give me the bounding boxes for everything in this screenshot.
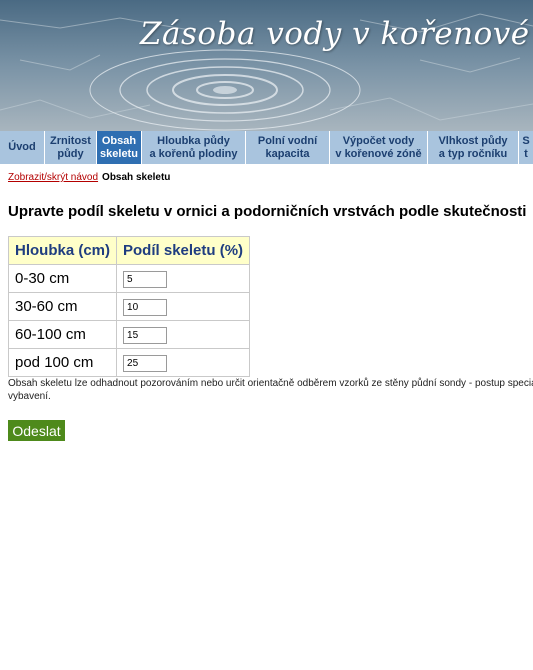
site-title: Zásoba vody v kořenové zóně — [140, 16, 533, 52]
help-note: Obsah skeletu lze odhadnout pozorováním … — [8, 378, 533, 402]
table-row: 30-60 cm — [7, 292, 251, 321]
skeleton-input-0-30[interactable] — [123, 271, 168, 288]
table-row: pod 100 cm — [7, 348, 251, 377]
value-cell — [116, 320, 251, 349]
column-header-skeleton-share: Podíl skeletu (%) — [116, 236, 251, 265]
page-heading: Upravte podíl skeletu v ornici a podorni… — [8, 203, 527, 220]
nav-item-uvod[interactable]: Úvod — [0, 131, 45, 164]
depth-cell: 30-60 cm — [7, 292, 118, 321]
value-cell — [116, 348, 251, 377]
table-row: 60-100 cm — [7, 320, 251, 349]
depth-cell: 60-100 cm — [7, 320, 118, 349]
value-cell — [116, 264, 251, 293]
submit-button[interactable]: Odeslat — [8, 420, 65, 441]
nav-item-polni-vodni-kapacita[interactable]: Polní vodní kapacita — [246, 131, 330, 164]
nav-item-vlhkost-pudy[interactable]: Vlhkost půdy a typ ročníku — [428, 131, 519, 164]
table-header-row: Hloubka (cm) Podíl skeletu (%) — [7, 236, 251, 265]
skeleton-input-30-60[interactable] — [123, 299, 168, 316]
depth-cell: 0-30 cm — [7, 264, 118, 293]
value-cell — [116, 292, 251, 321]
header-banner: Zásoba vody v kořenové zóně — [0, 0, 533, 131]
skeleton-input-pod-100[interactable] — [123, 355, 168, 372]
nav-item-vypocet-vody[interactable]: Výpočet vody v kořenové zóně — [330, 131, 428, 164]
depth-cell: pod 100 cm — [7, 348, 118, 377]
skeleton-table: Hloubka (cm) Podíl skeletu (%) 0-30 cm 3… — [7, 236, 251, 377]
toggle-help-link[interactable]: Zobrazit/skrýt návod — [8, 172, 98, 183]
main-navigation: Úvod Zrnitost půdy Obsah skeletu Hloubka… — [0, 131, 533, 164]
nav-item-obsah-skeletu[interactable]: Obsah skeletu — [97, 131, 142, 164]
nav-item-zrnitost-pudy[interactable]: Zrnitost půdy — [45, 131, 97, 164]
nav-item-partial[interactable]: S t — [519, 131, 533, 164]
breadcrumb-bar: Zobrazit/skrýt návod Obsah skeletu — [8, 172, 170, 183]
nav-item-hloubka-pudy[interactable]: Hloubka půdy a kořenů plodiny — [142, 131, 246, 164]
skeleton-input-60-100[interactable] — [123, 327, 168, 344]
current-page-label: Obsah skeletu — [102, 172, 171, 183]
column-header-depth: Hloubka (cm) — [7, 236, 118, 265]
table-row: 0-30 cm — [7, 264, 251, 293]
